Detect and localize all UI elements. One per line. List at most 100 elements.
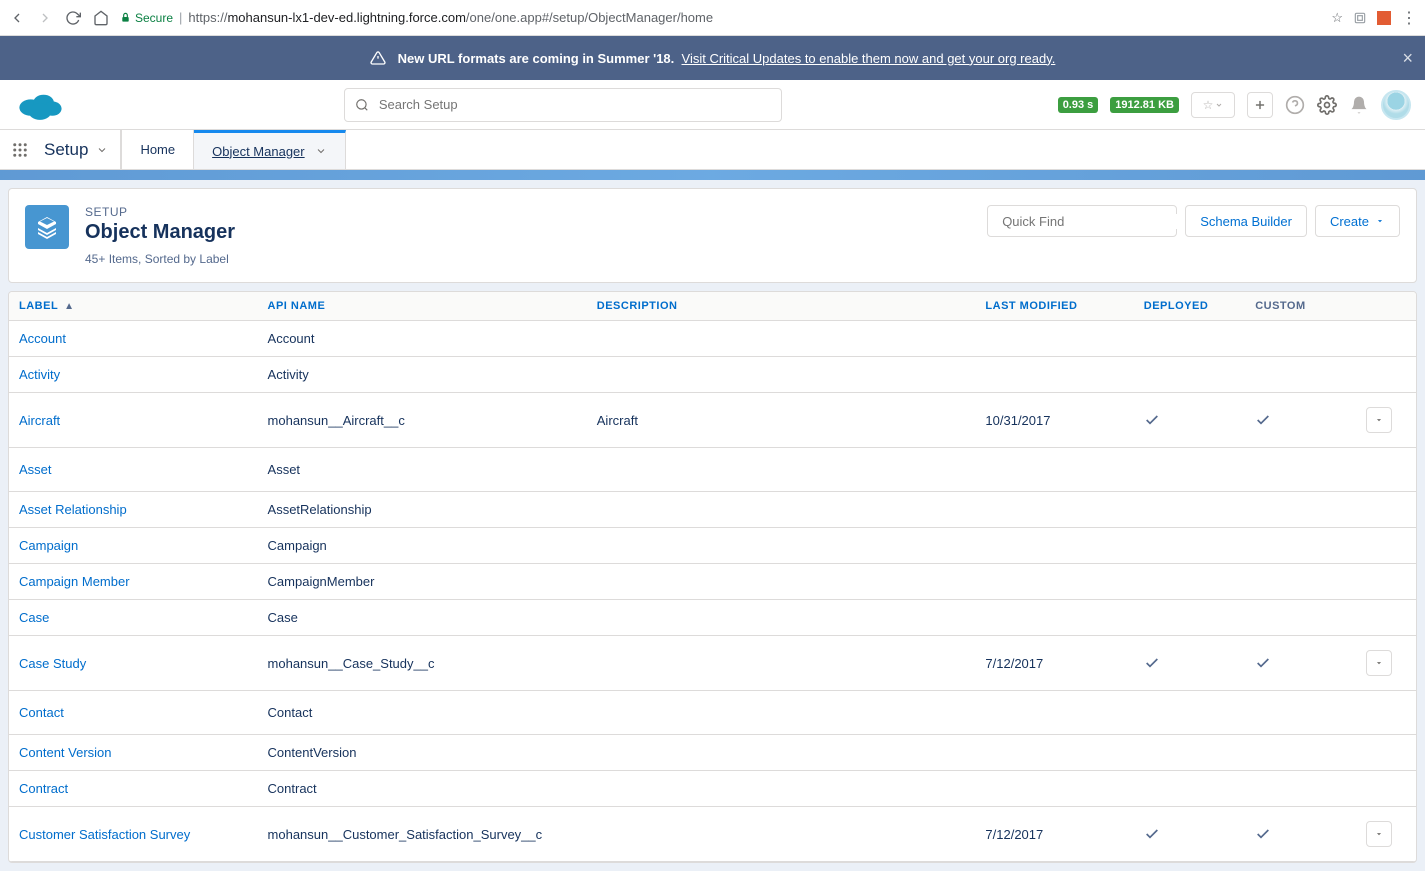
object-link[interactable]: Contact [19,705,64,720]
nav-object-manager[interactable]: Object Manager [194,130,346,169]
object-link[interactable]: Asset Relationship [19,502,127,517]
table-row: Case Studymohansun__Case_Study__c7/12/20… [9,636,1416,691]
object-link[interactable]: Case [19,610,49,625]
cell-label: Campaign [9,528,258,564]
cell-actions [1356,528,1416,564]
cell-actions [1356,564,1416,600]
col-last-modified[interactable]: LAST MODIFIED [975,292,1133,321]
object-link[interactable]: Content Version [19,745,112,760]
cell-modified [975,691,1133,735]
cell-actions [1356,600,1416,636]
schema-builder-button[interactable]: Schema Builder [1185,205,1307,237]
object-link[interactable]: Aircraft [19,413,60,428]
col-description[interactable]: DESCRIPTION [587,292,976,321]
table-row: ActivityActivity [9,357,1416,393]
col-label[interactable]: LABEL▲ [9,292,258,321]
table-row: CampaignCampaign [9,528,1416,564]
cell-api: Account [258,321,587,357]
cell-custom [1245,735,1356,771]
cell-api: mohansun__Customer_Satisfaction_Survey__… [258,807,587,862]
cell-custom [1245,448,1356,492]
cell-actions [1356,691,1416,735]
col-api-name[interactable]: API NAME [258,292,587,321]
bell-icon [1349,95,1369,115]
user-avatar[interactable] [1381,90,1411,120]
quick-find[interactable] [987,205,1177,237]
table-row: Case Case [9,600,1416,636]
page-eyebrow: SETUP [85,205,235,219]
forward-button[interactable] [36,9,54,27]
setup-gear-button[interactable] [1317,95,1337,115]
banner-link[interactable]: Visit Critical Updates to enable them no… [682,51,1056,66]
row-actions-button[interactable] [1366,821,1392,847]
notifications-button[interactable] [1349,95,1369,115]
cell-deployed [1134,735,1245,771]
object-link[interactable]: Asset [19,462,52,477]
cell-desc [587,691,976,735]
object-link[interactable]: Customer Satisfaction Survey [19,827,190,842]
object-link[interactable]: Campaign Member [19,574,130,589]
cell-label: Asset [9,448,258,492]
global-search-input[interactable] [379,97,771,112]
global-search[interactable] [344,88,782,122]
help-button[interactable] [1285,95,1305,115]
object-link[interactable]: Campaign [19,538,78,553]
extension-icon-1[interactable] [1353,11,1367,25]
cell-desc [587,636,976,691]
cell-deployed [1134,691,1245,735]
salesforce-logo[interactable] [14,87,68,123]
col-deployed[interactable]: DEPLOYED [1134,292,1245,321]
cell-actions [1356,321,1416,357]
waffle-icon [11,141,29,159]
row-actions-button[interactable] [1366,407,1392,433]
create-button[interactable]: Create [1315,205,1400,237]
check-icon [1144,826,1235,842]
object-link[interactable]: Contract [19,781,68,796]
cell-modified [975,528,1133,564]
cell-modified [975,448,1133,492]
quick-find-input[interactable] [1002,214,1178,229]
cell-desc: Aircraft [587,393,976,448]
cell-label: Case [9,600,258,636]
cell-custom [1245,691,1356,735]
object-link[interactable]: Case Study [19,656,86,671]
object-link[interactable]: Account [19,331,66,346]
add-button[interactable] [1247,92,1273,118]
nav-home[interactable]: Home [122,130,194,169]
col-custom: CUSTOM [1245,292,1356,321]
reload-button[interactable] [64,9,82,27]
banner-message: New URL formats are coming in Summer '18… [398,51,675,66]
app-launcher-button[interactable] [0,141,40,159]
browser-menu-icon[interactable]: ⋮ [1401,8,1417,28]
bookmark-star-icon[interactable]: ☆ [1331,10,1343,26]
object-link[interactable]: Activity [19,367,60,382]
cell-actions [1356,448,1416,492]
table-row: Content VersionContentVersion [9,735,1416,771]
page-header: SETUP Object Manager 45+ Items, Sorted b… [8,188,1417,283]
cell-deployed [1134,321,1245,357]
search-icon [355,98,369,112]
cell-api: Case [258,600,587,636]
context-nav-bar: Setup Home Object Manager [0,130,1425,170]
cell-deployed [1134,636,1245,691]
row-actions-button[interactable] [1366,650,1392,676]
cell-desc [587,321,976,357]
cell-desc [587,600,976,636]
caret-down-icon [1374,829,1384,839]
col-actions [1356,292,1416,321]
cell-actions [1356,771,1416,807]
table-header-row: LABEL▲ API NAME DESCRIPTION LAST MODIFIE… [9,292,1416,321]
lock-icon [120,12,131,23]
back-button[interactable] [8,9,26,27]
page-meta: 45+ Items, Sorted by Label [85,252,235,266]
favorites-button[interactable]: ☆ [1191,92,1235,118]
address-bar[interactable]: Secure | https://mohansun-lx1-dev-ed.lig… [120,10,1321,25]
table-row: Asset RelationshipAssetRelationship [9,492,1416,528]
check-icon [1255,412,1346,428]
url: https://mohansun-lx1-dev-ed.lightning.fo… [188,10,713,25]
app-name-menu[interactable]: Setup [40,130,121,169]
extension-icon-2[interactable] [1377,11,1391,25]
cell-label: Activity [9,357,258,393]
banner-close-button[interactable]: × [1402,48,1413,69]
home-button[interactable] [92,9,110,27]
